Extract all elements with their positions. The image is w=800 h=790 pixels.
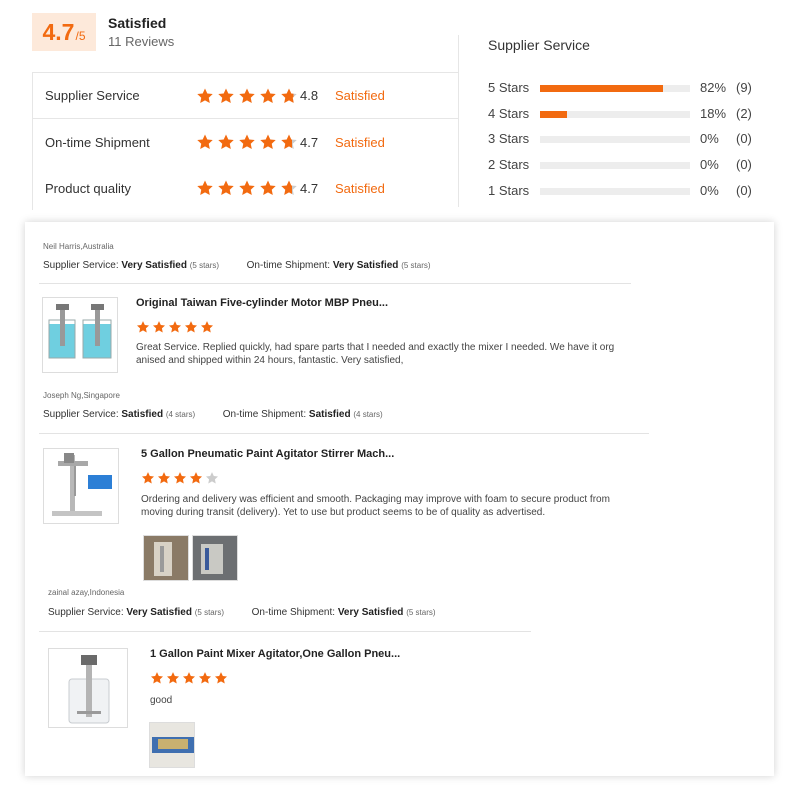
product-image-1-gallon-mixer: [49, 649, 127, 727]
category-row-product-quality: Product quality 4.7 Satisfied: [33, 165, 459, 211]
category-row-on-time-shipment: On-time Shipment 4.7 Satisfied: [33, 119, 459, 165]
distribution-track: [540, 188, 690, 195]
distribution-label: 1 Stars: [488, 183, 530, 198]
review-rating-stars: [150, 671, 230, 685]
star-icon: [260, 88, 276, 104]
category-stars: [196, 133, 301, 151]
overall-label: Satisfied: [108, 15, 167, 31]
star-icon: [281, 88, 297, 104]
summary-divider: [458, 35, 459, 207]
category-score: 4.7: [300, 180, 319, 196]
star-icon: [281, 180, 297, 196]
star-icon: [150, 672, 164, 684]
review-item: zainal azay,Indonesia Supplier Service: …: [25, 222, 774, 776]
distribution-label: 5 Stars: [488, 80, 530, 95]
star-icon: [239, 134, 255, 150]
service-value: Very Satisfied: [126, 607, 192, 618]
review-author: zainal azay,Indonesia: [48, 588, 125, 597]
overall-score-max: /5: [75, 29, 86, 43]
reviews-panel: Neil Harris,Australia Supplier Service: …: [25, 222, 774, 776]
service-label: Supplier Service:: [48, 607, 124, 618]
category-score: 4.8: [300, 88, 319, 103]
star-icon: [281, 134, 297, 150]
category-status: Satisfied: [335, 134, 385, 150]
review-meta: Supplier Service: Very Satisfied (5 star…: [48, 607, 436, 618]
category-ratings-table: Supplier Service 4.8 Satisfied On-time S…: [32, 72, 459, 211]
distribution-fill: [540, 111, 567, 118]
category-row-supplier-service: Supplier Service 4.8 Satisfied: [33, 73, 459, 119]
distribution-count: (0): [736, 157, 752, 172]
star-icon: [198, 672, 212, 684]
distribution-percent: 0%: [700, 131, 719, 146]
distribution-label: 3 Stars: [488, 131, 530, 146]
product-thumbnail[interactable]: [48, 648, 128, 728]
star-icon: [218, 180, 234, 196]
review-text: good: [150, 695, 173, 706]
star-icon: [218, 88, 234, 104]
star-icon: [214, 672, 228, 684]
distribution-track: [540, 136, 690, 143]
star-icon: [166, 672, 180, 684]
star-icon: [197, 134, 213, 150]
shipment-label: On-time Shipment:: [251, 607, 336, 618]
star-icon: [197, 180, 213, 196]
category-stars: [196, 179, 301, 197]
category-name: Product quality: [45, 180, 131, 196]
distribution-row-5[interactable]: 5 Stars 82% (9): [488, 80, 768, 98]
distribution-percent: 0%: [700, 157, 719, 172]
star-icon: [260, 134, 276, 150]
distribution-title: Supplier Service: [488, 37, 590, 53]
distribution-track: [540, 162, 690, 169]
overall-score-badge: 4.7 /5: [32, 13, 96, 51]
distribution-row-4[interactable]: 4 Stars 18% (2): [488, 106, 768, 124]
shipment-value: Very Satisfied: [337, 607, 404, 618]
review-photo[interactable]: [149, 722, 195, 768]
star-icon: [218, 134, 234, 150]
star-icon: [239, 88, 255, 104]
star-icon: [182, 672, 196, 684]
review-divider: [39, 631, 531, 632]
distribution-percent: 18%: [700, 106, 727, 121]
category-name: On-time Shipment: [45, 134, 150, 150]
distribution-count: (0): [736, 131, 752, 146]
shipment-stars-text: (5 stars): [406, 608, 436, 617]
star-icon: [239, 180, 255, 196]
service-stars-text: (5 stars): [194, 608, 225, 617]
distribution-count: (9): [736, 80, 752, 95]
category-name: Supplier Service: [45, 88, 140, 103]
distribution-row-1[interactable]: 1 Stars 0% (0): [488, 183, 768, 201]
distribution-fill: [540, 85, 663, 92]
distribution-label: 2 Stars: [488, 157, 530, 172]
product-title-link[interactable]: 1 Gallon Paint Mixer Agitator,One Gallon…: [150, 648, 400, 660]
category-stars: [196, 87, 301, 105]
distribution-track: [540, 111, 690, 118]
distribution-count: (0): [736, 183, 752, 198]
distribution-percent: 0%: [700, 183, 719, 198]
distribution-row-2[interactable]: 2 Stars 0% (0): [488, 157, 768, 175]
category-status: Satisfied: [335, 180, 385, 196]
review-count: 11 Reviews: [108, 34, 175, 49]
distribution-label: 4 Stars: [488, 106, 530, 121]
category-score: 4.7: [300, 134, 319, 150]
category-status: Satisfied: [335, 88, 385, 103]
distribution-count: (2): [736, 106, 752, 121]
star-icon: [260, 180, 276, 196]
review-photo-image: [150, 723, 194, 767]
distribution-percent: 82%: [700, 80, 727, 95]
overall-score: 4.7: [42, 19, 75, 45]
distribution-track: [540, 85, 690, 92]
distribution-row-3[interactable]: 3 Stars 0% (0): [488, 131, 768, 149]
star-icon: [197, 88, 213, 104]
